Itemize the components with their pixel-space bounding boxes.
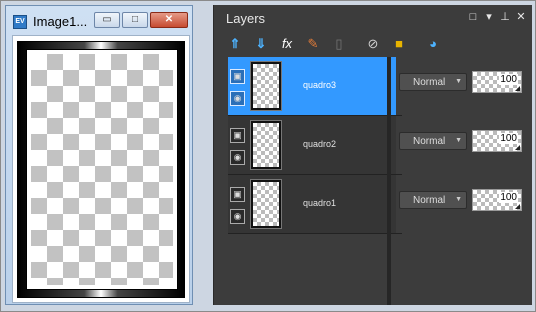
layer-name: quadro3 <box>303 80 337 90</box>
opacity-field[interactable]: 100 <box>472 130 522 152</box>
resize-corner-icon <box>515 204 520 209</box>
layer-properties-quadro2: Normal ▼ 100 <box>396 116 531 174</box>
layer-type-icon[interactable]: ▣ <box>230 69 245 84</box>
image-window-titlebar[interactable]: EV Image1... ▭ □ ✕ <box>6 6 192 34</box>
layer-row-quadro1[interactable]: ▣ ◉ quadro1 <box>228 175 402 234</box>
layer-properties-quadro3: Normal ▼ 100 <box>396 57 531 115</box>
pin-icon[interactable]: ⊥ <box>498 10 512 24</box>
dropdown-arrow-icon: ▼ <box>455 137 462 144</box>
layers-toolbar: ⇑ ⇓ fx ✎ ▯ ⊘ ■ ◕ <box>214 31 532 57</box>
blend-mode-value: Normal <box>413 136 446 147</box>
lock-layer-icon[interactable]: ■ <box>390 35 408 53</box>
link-layers-icon[interactable]: ⊘ <box>364 35 382 53</box>
layer-row-quadro2[interactable]: ▣ ◉ quadro2 <box>228 116 402 175</box>
visibility-eye-icon[interactable]: ◉ <box>230 150 245 165</box>
layer-thumbnail <box>250 61 282 111</box>
resize-corner-icon <box>515 86 520 91</box>
blend-mode-value: Normal <box>413 77 446 88</box>
dock-panel-icon[interactable]: □ <box>466 10 480 24</box>
blend-mode-dropdown[interactable]: Normal ▼ <box>399 73 467 91</box>
layer-type-icon[interactable]: ▣ <box>230 128 245 143</box>
visibility-eye-icon[interactable]: ◉ <box>230 91 245 106</box>
layer-thumbnail <box>250 120 282 170</box>
close-button[interactable]: ✕ <box>150 12 188 28</box>
layer-name: quadro1 <box>303 198 337 208</box>
opacity-value: 100 <box>499 74 518 85</box>
new-vector-layer-icon[interactable]: ⇓ <box>252 35 270 53</box>
opacity-value: 100 <box>499 192 518 203</box>
layers-panel: Layers □ ▾ ⊥ ✕ ⇑ ⇓ fx ✎ ▯ ⊘ ■ ◕ ▣ ◉ quad… <box>213 5 532 305</box>
visibility-eye-icon[interactable]: ◉ <box>230 209 245 224</box>
frame-inner-border <box>26 49 178 290</box>
layer-style-icon[interactable]: fx <box>278 35 296 53</box>
opacity-field[interactable]: 100 <box>472 189 522 211</box>
opacity-value: 100 <box>499 133 518 144</box>
dropdown-arrow-icon: ▼ <box>455 196 462 203</box>
adjustment-layer-icon[interactable]: ✎ <box>304 35 322 53</box>
dropdown-arrow-icon: ▼ <box>455 78 462 85</box>
panel-splitter[interactable] <box>387 57 391 305</box>
frame-border <box>17 41 185 298</box>
layers-panel-title: Layers <box>226 11 266 26</box>
layer-properties-quadro1: Normal ▼ 100 <box>396 175 531 233</box>
minimize-button[interactable]: ▭ <box>94 12 120 28</box>
layer-row-quadro3[interactable]: ▣ ◉ quadro3 <box>228 57 402 116</box>
mask-icon[interactable]: ◕ <box>424 35 442 53</box>
image-canvas[interactable] <box>12 35 190 303</box>
opacity-field[interactable]: 100 <box>472 71 522 93</box>
blend-mode-dropdown[interactable]: Normal ▼ <box>399 191 467 209</box>
close-panel-icon[interactable]: ✕ <box>514 10 528 24</box>
maximize-button[interactable]: □ <box>122 12 148 28</box>
transparent-area <box>31 54 173 285</box>
image-window[interactable]: EV Image1... ▭ □ ✕ <box>5 5 193 305</box>
image-window-title: Image1... <box>33 14 88 29</box>
blend-mode-value: Normal <box>413 195 446 206</box>
layer-type-icon[interactable]: ▣ <box>230 187 245 202</box>
panel-menu-icon[interactable]: ▾ <box>482 10 496 24</box>
app-icon: EV <box>13 15 27 29</box>
blend-mode-dropdown[interactable]: Normal ▼ <box>399 132 467 150</box>
layer-name: quadro2 <box>303 139 337 149</box>
resize-corner-icon <box>515 145 520 150</box>
delete-layer-icon[interactable]: ▯ <box>330 35 348 53</box>
new-raster-layer-icon[interactable]: ⇑ <box>226 35 244 53</box>
layer-thumbnail <box>250 179 282 229</box>
